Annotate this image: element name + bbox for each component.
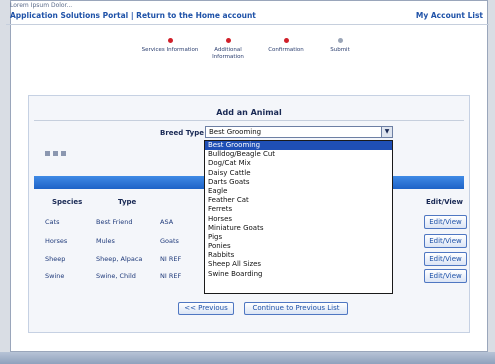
- app-title-link[interactable]: Application Solutions Portal | Return to…: [10, 11, 256, 20]
- dropdown-option[interactable]: Feather Cat: [205, 196, 392, 205]
- dropdown-option[interactable]: Daisy Cattle: [205, 169, 392, 178]
- cell-species: Horses: [45, 237, 68, 245]
- col-type-header: Type: [118, 198, 137, 206]
- pager-dot-icon: [53, 151, 58, 156]
- taskbar: [0, 352, 495, 364]
- edit-view-button[interactable]: Edit/View: [424, 215, 467, 229]
- pager-dot-icon: [45, 151, 50, 156]
- col-edit-header: Edit/View: [426, 198, 464, 206]
- chevron-down-icon[interactable]: ▼: [381, 127, 392, 137]
- cell-species: Sheep: [45, 255, 66, 263]
- step-additional-information: Additional Information: [198, 38, 258, 60]
- step-dot: [167, 38, 173, 43]
- step-dot: [225, 38, 231, 43]
- cell-type: Sheep, Alpaca: [96, 255, 143, 263]
- dropdown-option[interactable]: Darts Goats: [205, 178, 392, 187]
- step-label: Services Information: [141, 47, 199, 53]
- dropdown-option[interactable]: Dog/Cat Mix: [205, 159, 392, 168]
- cell-species: Swine: [45, 272, 65, 280]
- breed-type-label: Breed Type: [160, 129, 204, 137]
- edit-view-button[interactable]: Edit/View: [424, 269, 467, 283]
- header-divider: [6, 24, 489, 25]
- dropdown-option[interactable]: Pigs: [205, 233, 392, 242]
- edit-view-button[interactable]: Edit/View: [424, 252, 467, 266]
- step-dot: [337, 38, 343, 43]
- my-account-link[interactable]: My Account List: [416, 11, 483, 20]
- step-dot: [283, 38, 289, 43]
- continue-button[interactable]: Continue to Previous List: [244, 302, 348, 315]
- dropdown-option[interactable]: Swine Boarding: [205, 270, 392, 279]
- panel-divider: [34, 120, 464, 121]
- step-services-information: Services Information: [140, 38, 200, 54]
- dropdown-option[interactable]: Bulldog/Beagle Cut: [205, 150, 392, 159]
- breed-type-select[interactable]: Best Grooming ▼: [205, 126, 393, 138]
- step-label: Additional Information: [212, 47, 244, 60]
- cell-type: Mules: [96, 237, 115, 245]
- dropdown-option[interactable]: Rabbits: [205, 251, 392, 260]
- top-breadcrumb: Lorem Ipsum Dolor...: [10, 2, 73, 9]
- step-submit: Submit: [310, 38, 370, 54]
- cell-extra: Goats: [160, 237, 179, 245]
- panel-title: Add an Animal: [216, 108, 282, 117]
- previous-button[interactable]: << Previous: [178, 302, 234, 315]
- dropdown-option[interactable]: Miniature Goats: [205, 224, 392, 233]
- dropdown-option[interactable]: Ponies: [205, 242, 392, 251]
- dropdown-option[interactable]: Sheep All Sizes: [205, 260, 392, 269]
- breed-type-dropdown-list[interactable]: Best Grooming Bulldog/Beagle Cut Dog/Cat M…: [204, 140, 393, 294]
- step-label: Confirmation: [268, 47, 304, 53]
- cell-type: Best Friend: [96, 218, 133, 226]
- step-label: Submit: [330, 47, 350, 53]
- col-species-header: Species: [52, 198, 83, 206]
- dropdown-option[interactable]: Best Grooming: [205, 141, 392, 151]
- cell-type: Swine, Child: [96, 272, 136, 280]
- step-confirmation: Confirmation: [256, 38, 316, 54]
- pager-dots: [45, 150, 85, 156]
- cell-species: Cats: [45, 218, 60, 226]
- dropdown-option[interactable]: Ferrets: [205, 205, 392, 214]
- step-wizard: Services Information Additional Informat…: [140, 38, 370, 74]
- select-value: Best Grooming: [209, 128, 262, 136]
- cell-extra: NI REF: [160, 272, 182, 280]
- dropdown-option[interactable]: Eagle: [205, 187, 392, 196]
- cell-extra: ASA: [160, 218, 174, 226]
- pager-dot-icon: [61, 151, 66, 156]
- dropdown-option[interactable]: Horses: [205, 215, 392, 224]
- cell-extra: NI REF: [160, 255, 182, 263]
- edit-view-button[interactable]: Edit/View: [424, 234, 467, 248]
